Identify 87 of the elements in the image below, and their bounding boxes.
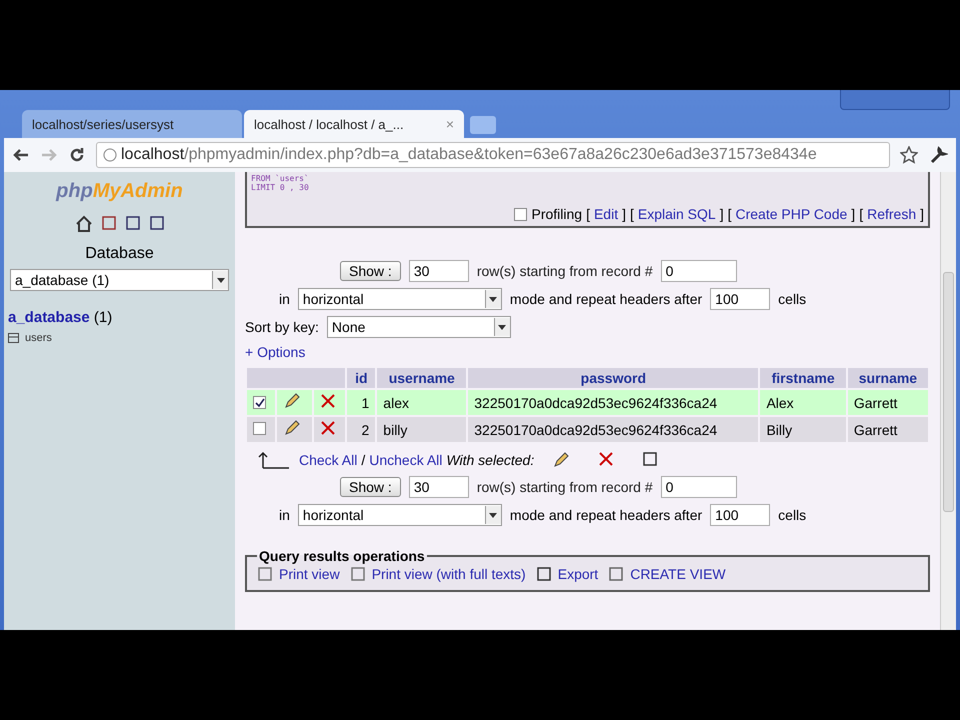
mode-label: mode and repeat headers after <box>510 507 702 523</box>
home-icon[interactable] <box>74 215 92 233</box>
separator: / <box>361 452 366 468</box>
delete-icon[interactable] <box>320 393 336 409</box>
database-link[interactable]: a_database <box>8 309 90 326</box>
options-link[interactable]: + Options <box>245 344 930 360</box>
query-link[interactable]: Create PHP Code <box>735 206 848 222</box>
rows-label: row(s) starting from record # <box>476 479 653 495</box>
operation-link[interactable]: Print view <box>257 566 340 582</box>
mode-select[interactable]: horizontal <box>298 288 502 310</box>
table-icon <box>8 333 19 343</box>
table-cell: alex <box>377 390 466 415</box>
cells-label: cells <box>778 507 806 523</box>
start-record-field[interactable]: 0 <box>660 476 737 498</box>
bracket: [ <box>728 206 732 222</box>
bracket: ] <box>851 206 856 222</box>
table-cell: 2 <box>347 417 376 442</box>
table-cell: 1 <box>347 390 376 415</box>
back-icon[interactable] <box>12 147 30 163</box>
bracket: [ <box>586 206 590 222</box>
star-icon[interactable] <box>900 146 918 164</box>
cells-label: cells <box>778 291 806 307</box>
table-cell: 32250170a0dca92d53ec9624f336ca24 <box>468 417 758 442</box>
pencil-icon[interactable] <box>283 419 302 437</box>
row-checkbox[interactable] <box>253 422 266 434</box>
in-label: in <box>279 507 290 523</box>
table-cell: Billy <box>760 417 846 442</box>
tab-title: localhost / localhost / a_... <box>254 116 405 132</box>
uncheck-all-link[interactable]: Uncheck All <box>369 452 442 468</box>
reload-icon[interactable] <box>68 146 86 164</box>
rows-field[interactable]: 30 <box>408 260 469 282</box>
pencil-icon[interactable] <box>552 451 570 469</box>
in-label: in <box>279 291 290 307</box>
table-cell: Garrett <box>848 390 928 415</box>
column-header[interactable]: id <box>347 368 376 388</box>
sort-select[interactable]: None <box>326 316 511 338</box>
mode-select[interactable]: horizontal <box>298 504 502 526</box>
bracket: [ <box>859 206 864 222</box>
show-button[interactable]: Show : <box>340 261 401 281</box>
query-link[interactable]: Edit <box>594 206 618 222</box>
database-label: Database <box>85 245 154 263</box>
pencil-icon[interactable] <box>283 392 302 410</box>
browser-tab[interactable]: localhost / localhost / a_... × <box>244 110 464 138</box>
column-header[interactable]: username <box>377 368 466 388</box>
with-selected-label: With selected: <box>446 452 534 468</box>
bracket: ] <box>622 206 626 222</box>
browser-tab[interactable]: localhost/series/usersyst <box>22 110 242 138</box>
column-header[interactable]: firstname <box>760 368 846 388</box>
database-select[interactable]: a_database (1) <box>10 269 229 291</box>
query-link[interactable]: Refresh <box>867 206 916 222</box>
table-cell: Garrett <box>848 417 928 442</box>
operations-title: Query results operations <box>258 548 426 564</box>
column-header[interactable]: password <box>468 368 758 388</box>
operation-link[interactable]: Export <box>536 566 598 582</box>
wrench-icon[interactable] <box>928 145 948 165</box>
sort-label: Sort by key: <box>245 319 319 335</box>
query-link[interactable]: Explain SQL <box>638 206 716 222</box>
database-count: (1) <box>94 309 112 326</box>
profiling-checkbox[interactable] <box>514 208 528 220</box>
delete-icon[interactable] <box>598 451 614 467</box>
bracket: [ <box>630 206 634 222</box>
delete-icon[interactable] <box>320 420 336 436</box>
sql-line: FROM `users` <box>251 174 310 183</box>
operation-link[interactable]: CREATE VIEW <box>608 566 726 582</box>
profiling-label: Profiling <box>531 206 582 222</box>
table-cell: 32250170a0dca92d53ec9624f336ca24 <box>468 390 758 415</box>
bracket: ] <box>920 206 924 222</box>
sql-line: LIMIT 0 , 30 <box>251 183 310 192</box>
rows-field[interactable]: 30 <box>408 476 469 498</box>
corner-arrow-icon <box>257 450 291 470</box>
table-cell: Alex <box>760 390 846 415</box>
start-record-field[interactable]: 0 <box>660 260 737 282</box>
rows-label: row(s) starting from record # <box>476 263 653 279</box>
repeat-headers-field[interactable]: 100 <box>710 504 770 526</box>
operation-link[interactable]: Print view (with full texts) <box>350 566 526 582</box>
repeat-headers-field[interactable]: 100 <box>710 288 770 310</box>
globe-icon <box>103 148 117 162</box>
tab-title: localhost/series/usersyst <box>32 116 175 132</box>
table-cell: billy <box>377 417 466 442</box>
mode-label: mode and repeat headers after <box>510 291 702 307</box>
show-button[interactable]: Show : <box>340 477 401 497</box>
check-all-link[interactable]: Check All <box>299 452 358 468</box>
table-link[interactable]: users <box>25 332 52 344</box>
column-header[interactable]: surname <box>848 368 928 388</box>
bracket: ] <box>720 206 724 222</box>
row-checkbox[interactable] <box>253 396 266 409</box>
address-bar[interactable]: localhost/phpmyadmin/index.php?db=a_database&token=63e67a8a26c230e6ad3e371573e8434e <box>96 142 890 168</box>
